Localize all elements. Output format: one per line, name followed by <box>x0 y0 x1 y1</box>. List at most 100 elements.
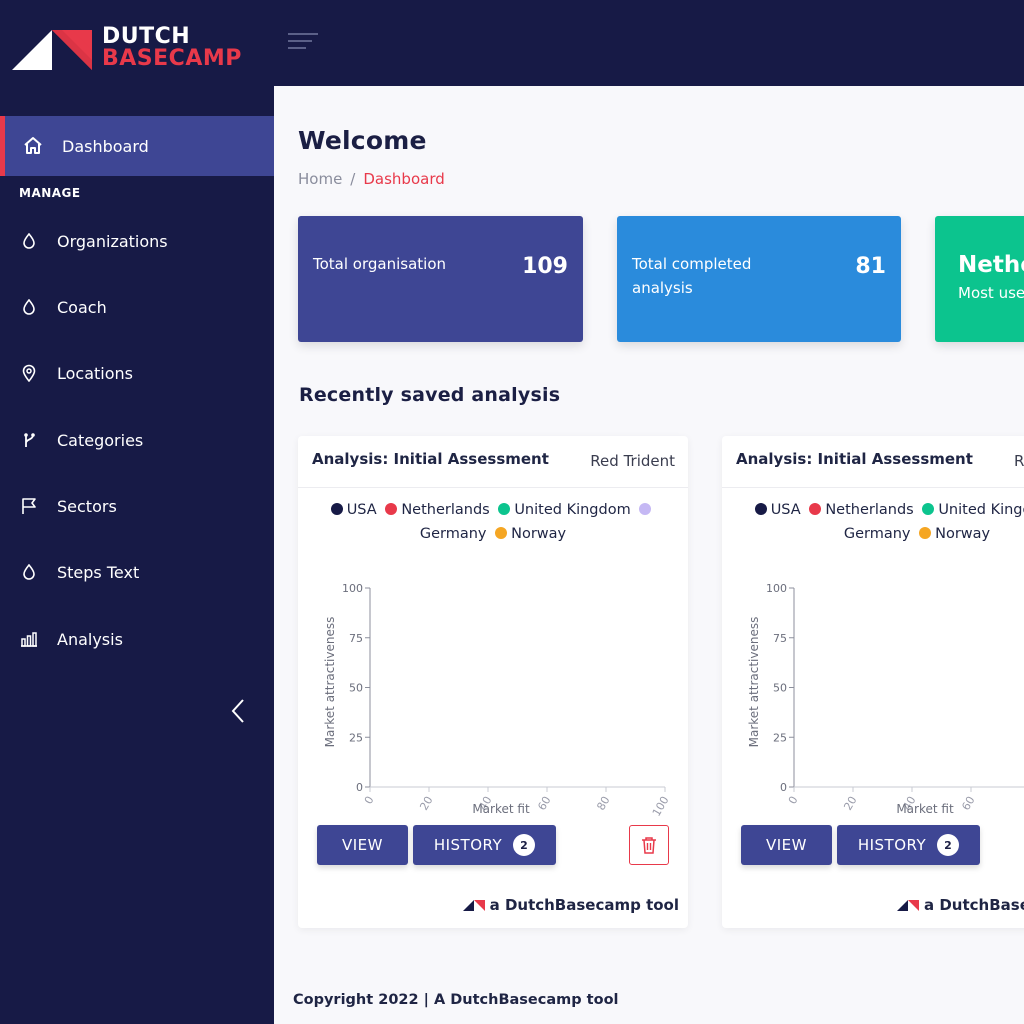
chart-legend: USA Netherlands United Kingdom Germany N… <box>308 498 678 546</box>
sidebar-item-analysis[interactable]: Analysis <box>0 619 274 659</box>
sidebar-item-label: Sectors <box>57 496 117 516</box>
main-content: Welcome Home / Dashboard Total organisatio… <box>274 86 1024 1024</box>
legend-label: Netherlands <box>825 502 914 518</box>
legend-item: Netherlands <box>809 498 914 522</box>
analysis-card: Analysis: Initial Assessment Red Trident… <box>298 436 688 928</box>
sidebar-item-locations[interactable]: Locations <box>0 353 274 393</box>
x-tick-label: 60 <box>535 794 553 813</box>
legend-item: Germany <box>844 522 911 546</box>
menu-toggle-icon[interactable] <box>288 33 318 51</box>
breadcrumb-home[interactable]: Home <box>298 170 342 188</box>
legend-dot <box>922 503 935 515</box>
sidebar-section-label: MANAGE <box>19 186 81 200</box>
legend-item: United Kingdom <box>922 498 1024 522</box>
y-tick-label: 75 <box>773 632 787 645</box>
brand-logo[interactable]: DUTCH BASECAMP <box>12 26 252 72</box>
stat-label: Total organisation <box>313 255 447 273</box>
legend-label: USA <box>346 502 377 518</box>
x-tick-label: 20 <box>417 794 435 813</box>
legend-item <box>639 498 655 522</box>
chart-legend: USA Netherlands United Kingdom Germany N… <box>732 498 1024 546</box>
history-label: HISTORY <box>433 836 503 854</box>
delete-button[interactable] <box>629 825 669 865</box>
stat-label: Total completed analysis <box>632 255 752 297</box>
sidebar-item-label: Categories <box>57 430 144 450</box>
legend-label: USA <box>770 502 801 518</box>
top-bar: DUTCH BASECAMP <box>0 0 1024 86</box>
view-button[interactable]: VIEW <box>317 825 408 865</box>
drop-icon <box>20 232 38 250</box>
legend-label: Norway <box>511 526 567 542</box>
brand-wordmark: DUTCH BASECAMP <box>102 26 242 70</box>
card-organization: R <box>1014 452 1024 470</box>
legend-label: United Kingdom <box>938 502 1024 518</box>
stat-card-most-used: Nethe Most use <box>935 216 1024 342</box>
legend-item: USA <box>330 498 377 522</box>
card-header: Analysis: Initial Assessment R <box>722 436 1024 488</box>
breadcrumb-current: Dashboard <box>363 170 445 188</box>
y-tick-label: 25 <box>349 731 363 744</box>
sidebar-item-label: Coach <box>57 297 107 317</box>
brand-mini-icon <box>462 900 485 911</box>
legend-dot <box>754 503 767 515</box>
brand-logo-mark <box>12 30 92 70</box>
history-label: HISTORY <box>857 836 927 854</box>
history-count-badge: 2 <box>513 834 536 856</box>
history-count-badge: 2 <box>937 834 960 856</box>
home-icon <box>24 137 42 154</box>
page-footer: Copyright 2022 | A DutchBasecamp tool <box>293 992 619 1008</box>
history-button[interactable]: HISTORY 2 <box>837 825 980 865</box>
x-tick-label: 0 <box>362 794 377 807</box>
legend-dot <box>498 503 511 515</box>
sidebar-item-steps-text[interactable]: Steps Text <box>0 552 274 592</box>
y-tick-label: 75 <box>349 632 363 645</box>
y-axis-title: Market attractiveness <box>323 617 337 748</box>
y-tick-label: 50 <box>349 682 363 695</box>
trash-icon <box>642 837 656 854</box>
sidebar-item-label: Organizations <box>57 231 168 251</box>
x-tick-label: 0 <box>786 794 801 807</box>
legend-dot <box>330 503 343 515</box>
sidebar-item-dashboard[interactable]: Dashboard <box>0 116 274 176</box>
card-organization: Red Trident <box>590 452 675 470</box>
brand-line1: DUTCH <box>102 24 191 49</box>
x-axis-title: Market fit <box>896 802 954 816</box>
card-footer: a DutchBasecamp tool <box>462 896 679 914</box>
legend-item: Norway <box>495 522 566 546</box>
y-tick-label: 0 <box>356 781 363 794</box>
legend-item: United Kingdom <box>498 498 631 522</box>
sidebar-item-categories[interactable]: Categories <box>0 420 274 460</box>
legend-dot <box>495 527 508 539</box>
y-tick-label: 25 <box>773 731 787 744</box>
stat-card-total-completed-analysis: Total completed analysis 81 <box>617 216 901 342</box>
stat-value: 81 <box>855 254 886 279</box>
history-button[interactable]: HISTORY 2 <box>413 825 556 865</box>
x-tick-label: 80 <box>594 794 612 813</box>
sidebar-item-organizations[interactable]: Organizations <box>0 221 274 261</box>
section-title: Recently saved analysis <box>299 384 561 406</box>
sidebar-collapse-icon[interactable] <box>228 698 248 724</box>
y-axis-title: Market attractiveness <box>747 617 761 748</box>
page-title: Welcome <box>298 126 427 155</box>
legend-dot <box>385 503 398 515</box>
legend-label: Germany <box>419 526 487 542</box>
card-title: Analysis: Initial Assessment <box>736 450 973 468</box>
x-axis-title: Market fit <box>472 802 530 816</box>
analysis-card: Analysis: Initial Assessment R USA Nethe… <box>722 436 1024 928</box>
sidebar-item-coach[interactable]: Coach <box>0 287 274 327</box>
card-footer-text: a DutchBasecamp tool <box>489 896 679 914</box>
sidebar-item-label: Dashboard <box>62 136 149 156</box>
drop-icon <box>20 563 38 581</box>
sidebar-item-sectors[interactable]: Sectors <box>0 486 274 526</box>
x-tick-label: 60 <box>959 794 977 813</box>
view-button[interactable]: VIEW <box>741 825 832 865</box>
legend-label: Norway <box>935 526 991 542</box>
card-title: Analysis: Initial Assessment <box>312 450 549 468</box>
legend-item: Norway <box>919 522 990 546</box>
y-tick-label: 50 <box>773 682 787 695</box>
scatter-chart: 02550751000 20 40 60 80 100Market fitMarket a… <box>323 582 672 819</box>
legend-label: United Kingdom <box>514 502 631 518</box>
flag-icon <box>20 497 38 515</box>
breadcrumb: Home / Dashboard <box>298 170 445 188</box>
legend-item: USA <box>754 498 801 522</box>
